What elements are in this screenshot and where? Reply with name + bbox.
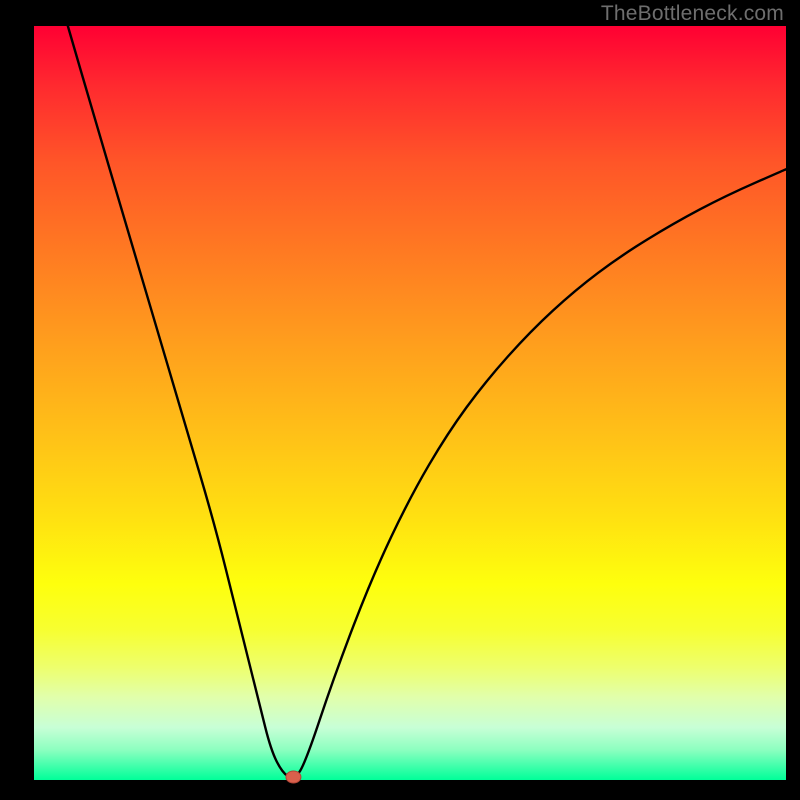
- minimum-marker: [286, 771, 301, 783]
- chart-frame: TheBottleneck.com: [0, 0, 800, 800]
- chart-svg: [0, 0, 800, 800]
- bottleneck-curve: [68, 26, 786, 777]
